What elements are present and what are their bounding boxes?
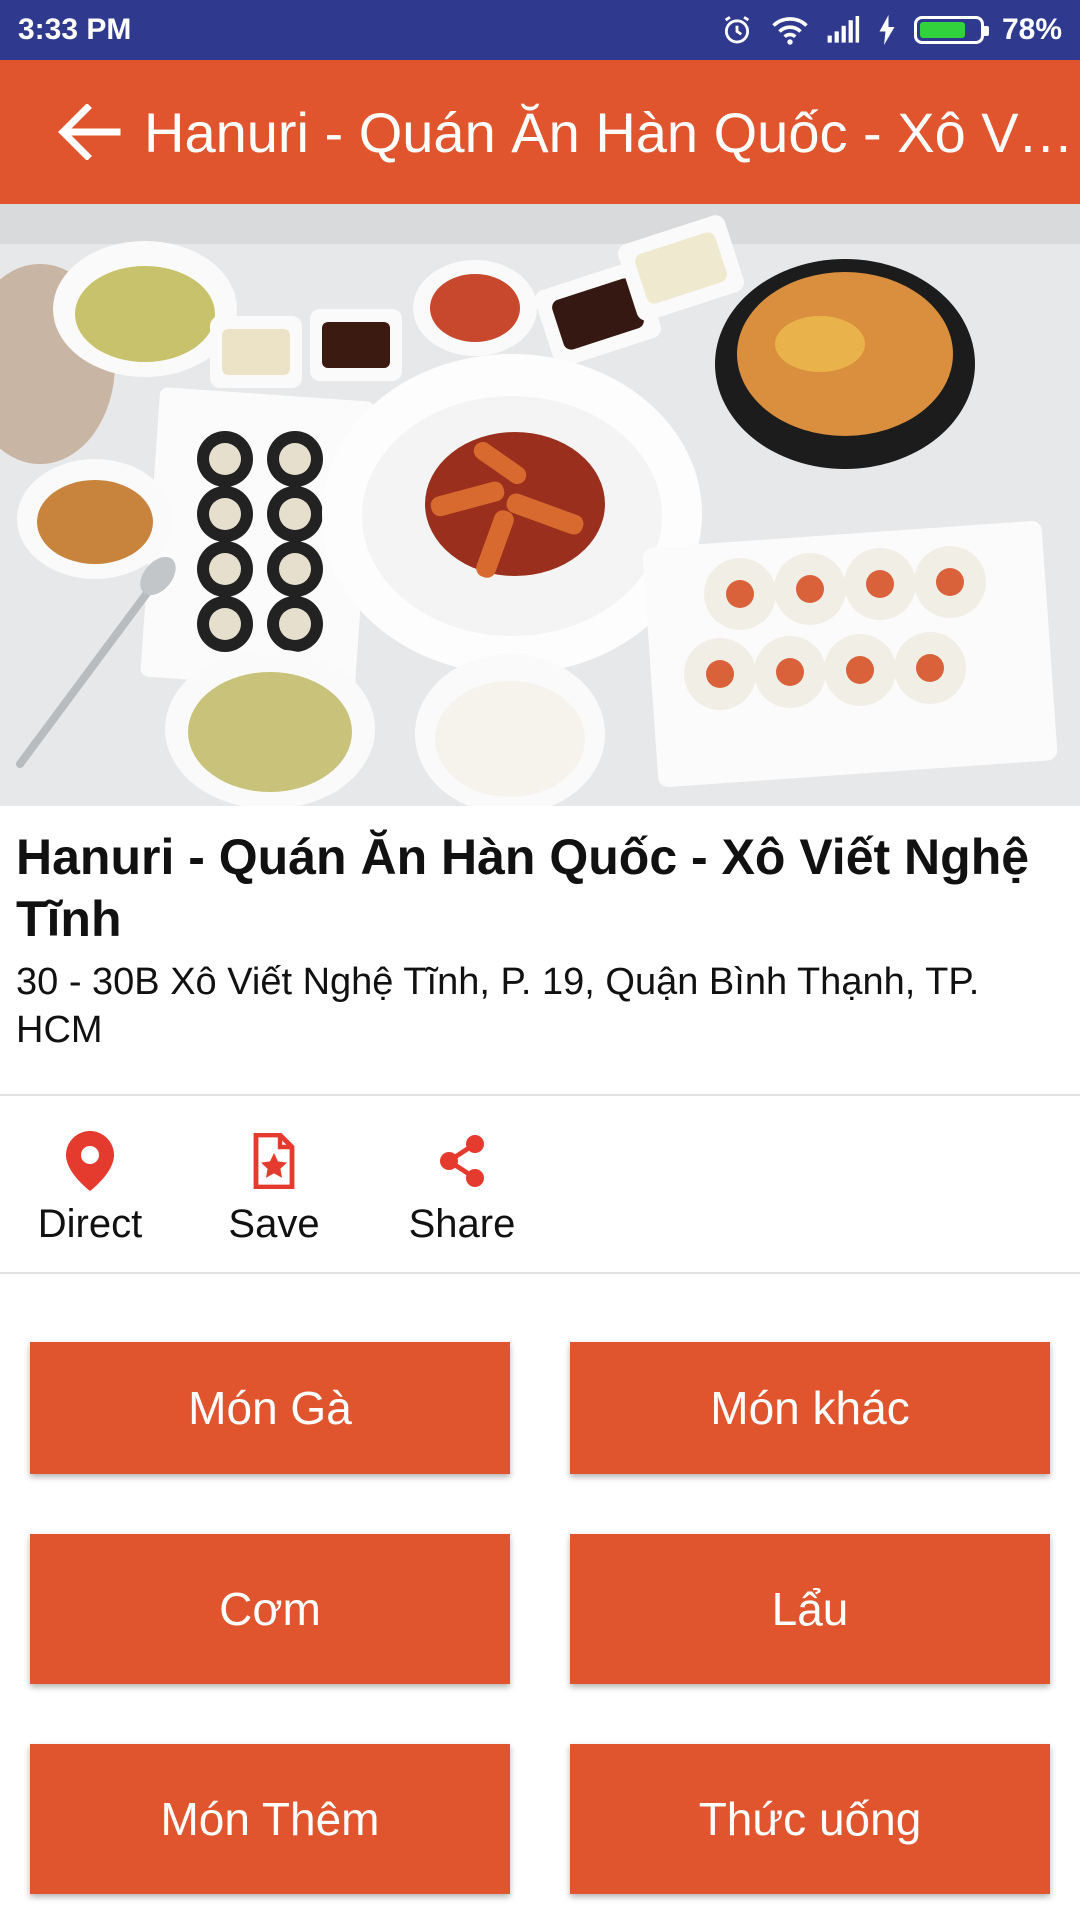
category-button[interactable]: Món Thêm [30,1744,510,1894]
battery-icon [913,16,989,44]
category-label: Lẩu [771,1583,849,1635]
category-button[interactable]: Lẩu [570,1534,1050,1684]
wifi-icon [772,14,808,46]
actions-row: Direct Save Share [0,1096,1080,1272]
status-bar: 3:33 PM 78% [0,0,1080,60]
battery-level [919,22,966,38]
battery-percent: 78% [1001,13,1062,46]
signal-icon [826,16,860,44]
category-button[interactable]: Cơm [30,1534,510,1684]
alarm-icon [720,13,754,47]
category-label: Món khác [710,1382,910,1434]
divider [0,1272,1080,1274]
direct-label: Direct [37,1202,143,1246]
place-address: 30 - 30B Xô Viết Nghệ Tĩnh, P. 19, Quận … [16,961,980,1051]
place-info: Hanuri - Quán Ăn Hàn Quốc - Xô Viết Nghệ… [16,826,1066,1054]
category-label: Cơm [219,1583,321,1635]
category-label: Thức uống [698,1793,922,1845]
place-name: Hanuri - Quán Ăn Hàn Quốc - Xô Viết Nghệ… [16,829,1030,947]
app-bar: Hanuri - Quán Ăn Hàn Quốc - Xô Viế... [0,60,1080,204]
direct-button[interactable]: Direct [0,1126,180,1247]
share-button[interactable]: Share [372,1126,552,1247]
category-button[interactable]: Món Gà [30,1342,510,1474]
status-time: 3:33 PM [18,13,132,46]
back-button[interactable] [44,87,134,177]
restaurant-photo [0,204,1080,806]
category-label: Món Thêm [160,1793,380,1845]
category-label: Món Gà [188,1382,352,1434]
location-pin-icon [66,1131,114,1191]
share-icon [440,1135,484,1187]
bookmark-star-icon [253,1133,295,1189]
share-label: Share [408,1202,516,1246]
app-bar-title: Hanuri - Quán Ăn Hàn Quốc - Xô Viế... [144,100,1074,164]
charging-icon [878,15,896,45]
status-icons: 78% [720,13,1062,47]
arrow-back-icon [58,104,121,160]
category-button[interactable]: Thức uống [570,1744,1050,1894]
category-button[interactable]: Món khác [570,1342,1050,1474]
save-label: Save [228,1202,320,1246]
save-button[interactable]: Save [184,1126,364,1247]
